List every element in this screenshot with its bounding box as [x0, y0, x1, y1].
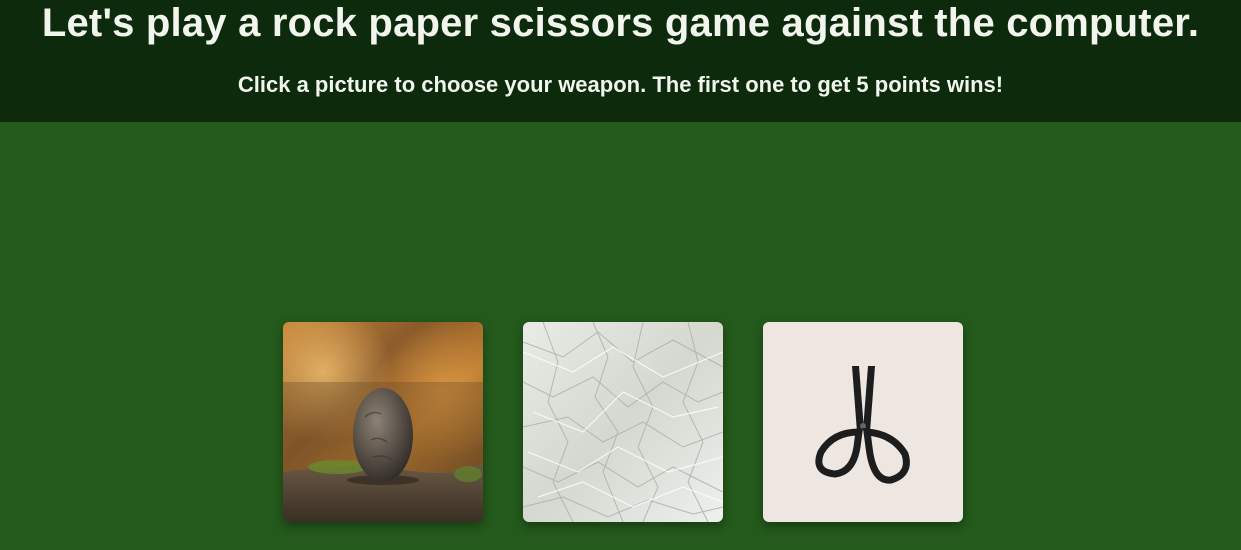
- rock-image: [283, 322, 483, 522]
- paper-image: [523, 322, 723, 522]
- rock-choice-button[interactable]: [283, 322, 483, 522]
- page-subtitle: Click a picture to choose your weapon. T…: [237, 72, 1004, 97]
- page-title: Let's play a rock paper scissors game ag…: [41, 1, 1200, 45]
- page-header: Let's play a rock paper scissors game ag…: [0, 0, 1241, 122]
- scissors-choice-button[interactable]: [763, 322, 963, 522]
- paper-choice-button[interactable]: [523, 322, 723, 522]
- scissors-image: [763, 322, 963, 522]
